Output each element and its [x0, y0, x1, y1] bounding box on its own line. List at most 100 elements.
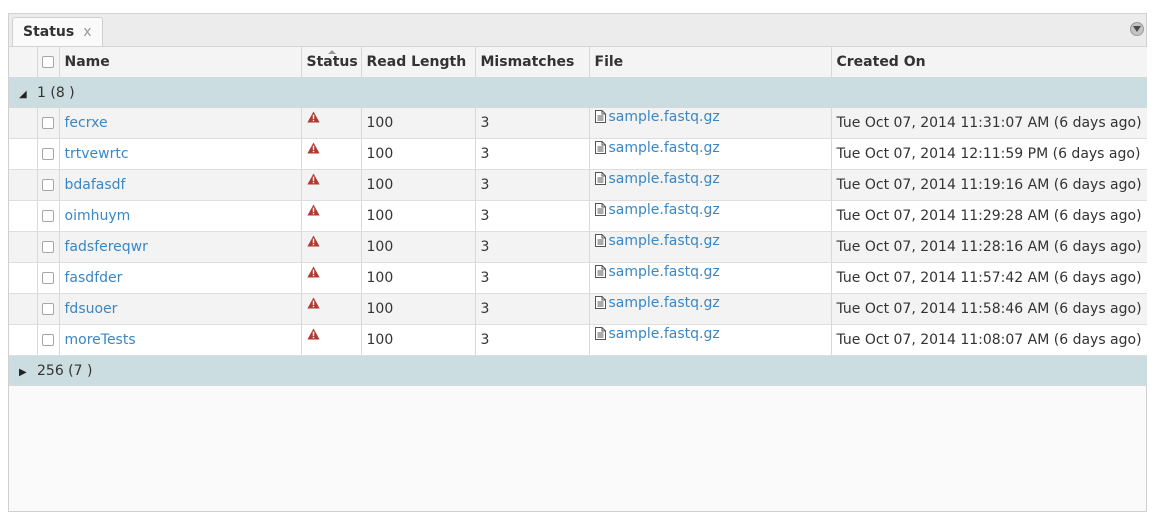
document-icon: [594, 172, 606, 189]
row-spacer-cell: [9, 293, 38, 325]
table-row[interactable]: moreTests 100 3 sample.fastq.gz Tue Oct 07, …: [9, 324, 1147, 356]
mismatches-cell: 3: [475, 200, 590, 232]
file-link[interactable]: sample.fastq.gz: [609, 233, 720, 249]
mismatches-cell: 3: [475, 169, 590, 201]
document-icon: [594, 110, 606, 127]
warning-icon: [306, 328, 320, 344]
collapse-toggle-icon[interactable]: [1130, 22, 1144, 36]
row-select-cell[interactable]: [37, 169, 60, 201]
row-checkbox[interactable]: [42, 334, 54, 346]
file-cell: sample.fastq.gz: [589, 324, 832, 356]
group-collapse-icon[interactable]: ◢: [19, 89, 33, 100]
file-link[interactable]: sample.fastq.gz: [609, 326, 720, 342]
group-row[interactable]: ▶ 256 (7 ): [9, 355, 1147, 386]
sample-name-link[interactable]: bdafasdf: [65, 177, 126, 193]
file-link[interactable]: sample.fastq.gz: [609, 171, 720, 187]
status-cell: [301, 200, 362, 232]
tab-status[interactable]: Status x: [12, 17, 103, 46]
row-checkbox[interactable]: [42, 272, 54, 284]
file-link[interactable]: sample.fastq.gz: [609, 264, 720, 280]
warning-icon: [306, 173, 320, 189]
name-cell: fadsfereqwr: [59, 231, 302, 263]
file-cell: sample.fastq.gz: [589, 169, 832, 201]
warning-icon: [306, 297, 320, 313]
row-checkbox[interactable]: [42, 241, 54, 253]
row-spacer-cell: [9, 138, 38, 170]
sample-name-link[interactable]: fasdfder: [65, 270, 123, 286]
file-link[interactable]: sample.fastq.gz: [609, 109, 720, 125]
mismatches-cell: 3: [475, 231, 590, 263]
row-select-cell[interactable]: [37, 262, 60, 294]
row-spacer-cell: [9, 107, 38, 139]
select-all-header[interactable]: [37, 47, 60, 78]
file-link[interactable]: sample.fastq.gz: [609, 140, 720, 156]
column-header-file[interactable]: File: [589, 47, 832, 78]
column-header-status[interactable]: Status: [301, 47, 362, 78]
read-length-cell: 100: [361, 169, 476, 201]
row-select-cell[interactable]: [37, 200, 60, 232]
row-select-cell[interactable]: [37, 293, 60, 325]
warning-icon: [306, 235, 320, 251]
grouping-column-header: [9, 47, 38, 78]
row-checkbox[interactable]: [42, 179, 54, 191]
table-row[interactable]: bdafasdf 100 3 sample.fastq.gz Tue Oct 07, 2…: [9, 169, 1147, 201]
table-row[interactable]: oimhuym 100 3 sample.fastq.gz Tue Oct 07, 20…: [9, 200, 1147, 232]
table-row[interactable]: fdsuoer 100 3 sample.fastq.gz Tue Oct 07, 20…: [9, 293, 1147, 325]
tab-close-icon[interactable]: x: [83, 24, 91, 40]
created-on-cell: Tue Oct 07, 2014 11:31:07 AM (6 days ago…: [831, 107, 1147, 139]
sample-name-link[interactable]: oimhuym: [65, 208, 131, 224]
status-cell: [301, 169, 362, 201]
grid-body: ◢ 1 (8 ) fecrxe 100 3 sample.fastq.gz Tue Oct …: [9, 77, 1147, 386]
table-row[interactable]: fecrxe 100 3 sample.fastq.gz Tue Oct 07, 201…: [9, 107, 1147, 139]
row-checkbox[interactable]: [42, 148, 54, 160]
sample-name-link[interactable]: moreTests: [65, 332, 136, 348]
column-header-name[interactable]: Name: [59, 47, 302, 78]
row-spacer-cell: [9, 324, 38, 356]
created-on-cell: Tue Oct 07, 2014 12:11:59 PM (6 days ago…: [831, 138, 1147, 170]
group-header-cell[interactable]: ▶ 256 (7 ): [9, 355, 1147, 386]
file-link[interactable]: sample.fastq.gz: [609, 295, 720, 311]
row-select-cell[interactable]: [37, 107, 60, 139]
file-link[interactable]: sample.fastq.gz: [609, 202, 720, 218]
name-cell: fdsuoer: [59, 293, 302, 325]
file-cell: sample.fastq.gz: [589, 138, 832, 170]
column-header-mismatches[interactable]: Mismatches: [475, 47, 590, 78]
row-checkbox[interactable]: [42, 303, 54, 315]
file-cell: sample.fastq.gz: [589, 262, 832, 294]
row-select-cell[interactable]: [37, 138, 60, 170]
row-spacer-cell: [9, 231, 38, 263]
document-icon: [594, 203, 606, 220]
table-row[interactable]: trtvewrtc 100 3 sample.fastq.gz Tue Oct 07, …: [9, 138, 1147, 170]
select-all-checkbox[interactable]: [42, 56, 54, 68]
row-checkbox[interactable]: [42, 210, 54, 222]
group-expand-icon[interactable]: ▶: [19, 367, 33, 378]
mismatches-cell: 3: [475, 324, 590, 356]
file-cell: sample.fastq.gz: [589, 200, 832, 232]
mismatches-cell: 3: [475, 107, 590, 139]
mismatches-cell: 3: [475, 138, 590, 170]
column-header-read-length[interactable]: Read Length: [361, 47, 476, 78]
document-icon: [594, 296, 606, 313]
column-header-created-on[interactable]: Created On: [831, 47, 1147, 78]
status-panel: Status x Name Status Read Length Mismatc…: [8, 13, 1147, 512]
document-icon: [594, 141, 606, 158]
mismatches-cell: 3: [475, 293, 590, 325]
sample-name-link[interactable]: fecrxe: [65, 115, 108, 131]
document-icon: [594, 265, 606, 282]
read-length-cell: 100: [361, 138, 476, 170]
samples-grid: Name Status Read Length Mismatches File …: [9, 47, 1147, 386]
row-select-cell[interactable]: [37, 231, 60, 263]
group-header-cell[interactable]: ◢ 1 (8 ): [9, 77, 1147, 108]
status-cell: [301, 293, 362, 325]
sample-name-link[interactable]: fdsuoer: [65, 301, 118, 317]
table-row[interactable]: fasdfder 100 3 sample.fastq.gz Tue Oct 07, 2…: [9, 262, 1147, 294]
sample-name-link[interactable]: fadsfereqwr: [65, 239, 148, 255]
status-cell: [301, 262, 362, 294]
row-select-cell[interactable]: [37, 324, 60, 356]
read-length-cell: 100: [361, 324, 476, 356]
group-row[interactable]: ◢ 1 (8 ): [9, 77, 1147, 108]
row-checkbox[interactable]: [42, 117, 54, 129]
sample-name-link[interactable]: trtvewrtc: [65, 146, 129, 162]
table-row[interactable]: fadsfereqwr 100 3 sample.fastq.gz Tue Oct 07…: [9, 231, 1147, 263]
name-cell: oimhuym: [59, 200, 302, 232]
